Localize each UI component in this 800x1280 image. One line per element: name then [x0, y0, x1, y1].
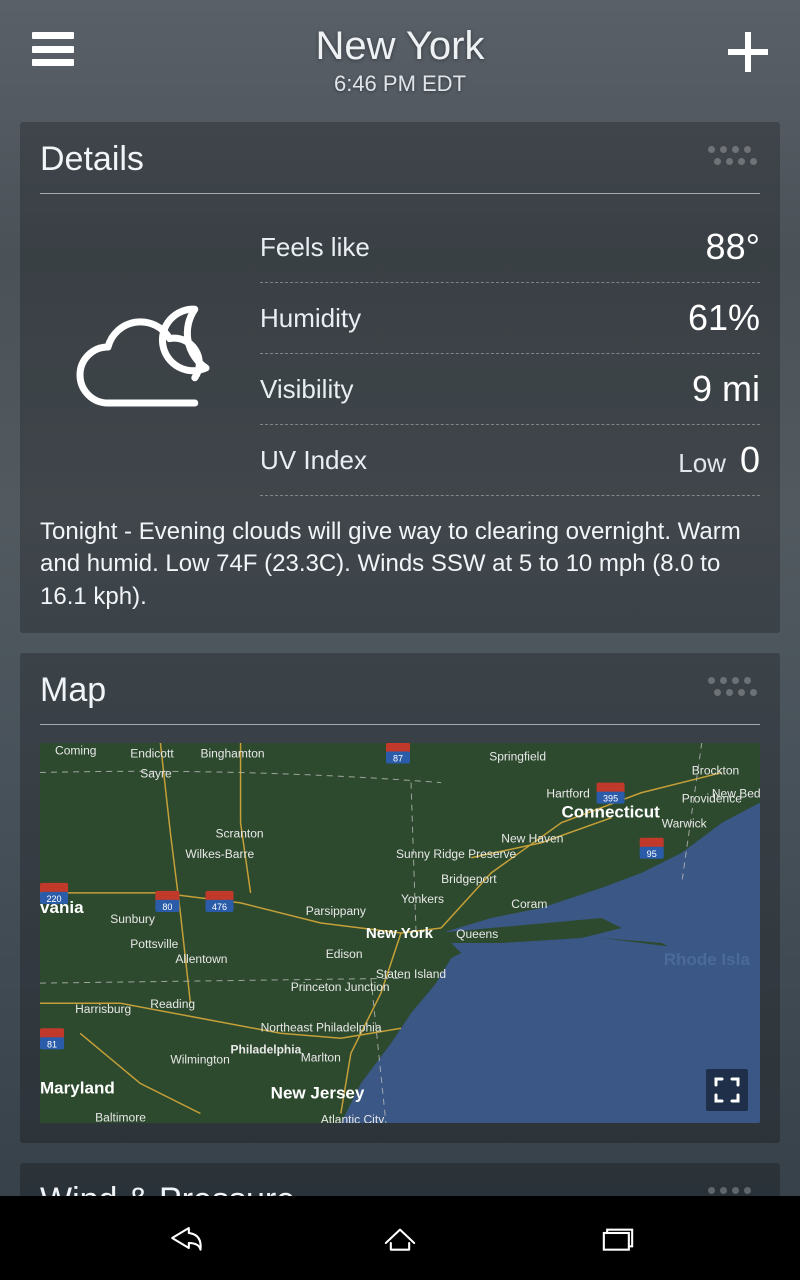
svg-text:Bridgeport: Bridgeport: [441, 872, 497, 886]
svg-text:Endicott: Endicott: [130, 747, 174, 761]
metric-uv-index: UV Index Low 0: [260, 425, 760, 496]
svg-text:Queens: Queens: [456, 927, 498, 941]
svg-text:Pottsville: Pottsville: [130, 937, 178, 951]
svg-text:Connecticut: Connecticut: [561, 803, 660, 822]
svg-text:Princeton Junction: Princeton Junction: [291, 980, 390, 994]
home-button[interactable]: [365, 1214, 435, 1262]
back-button[interactable]: [148, 1214, 218, 1262]
svg-text:476: 476: [212, 902, 227, 912]
map-title: Map: [40, 671, 760, 725]
condition-icon: [40, 212, 260, 496]
details-title: Details: [40, 140, 760, 194]
yahoo-dots-icon: [708, 146, 760, 170]
svg-text:Coram: Coram: [511, 897, 547, 911]
weather-map[interactable]: Connecticut New York Rhode Isla New Jers…: [40, 743, 760, 1123]
svg-text:Springfield: Springfield: [489, 750, 546, 764]
svg-text:Northeast Philadelphia: Northeast Philadelphia: [261, 1020, 382, 1034]
svg-text:Warwick: Warwick: [662, 817, 708, 831]
svg-text:220: 220: [47, 894, 62, 904]
svg-text:Reading: Reading: [150, 997, 195, 1011]
android-nav-bar: [0, 1196, 800, 1280]
metric-visibility: Visibility 9 mi: [260, 354, 760, 425]
menu-button[interactable]: [32, 32, 74, 66]
svg-text:80: 80: [162, 902, 172, 912]
svg-text:New York: New York: [366, 925, 434, 942]
metric-label: UV Index: [260, 445, 367, 476]
svg-text:New Bedford: New Bedford: [712, 787, 760, 801]
svg-text:Allentown: Allentown: [175, 952, 227, 966]
svg-text:Wilkes-Barre: Wilkes-Barre: [185, 847, 254, 861]
svg-text:Edison: Edison: [326, 947, 363, 961]
svg-text:Coming: Coming: [55, 744, 96, 758]
add-location-button[interactable]: [728, 32, 768, 72]
svg-text:Baltimore: Baltimore: [95, 1111, 146, 1123]
top-bar: New York 6:46 PM EDT: [0, 0, 800, 110]
svg-text:Brockton: Brockton: [692, 764, 739, 778]
metric-value: 88°: [706, 226, 760, 268]
svg-text:Marlton: Marlton: [301, 1051, 341, 1065]
metric-label: Feels like: [260, 232, 370, 263]
svg-text:Sayre: Sayre: [140, 767, 172, 781]
metric-humidity: Humidity 61%: [260, 283, 760, 354]
location-header[interactable]: New York 6:46 PM EDT: [316, 24, 485, 97]
svg-text:Sunbury: Sunbury: [110, 912, 155, 926]
svg-text:Maryland: Maryland: [40, 1079, 115, 1098]
svg-text:Yonkers: Yonkers: [401, 892, 444, 906]
local-time: 6:46 PM EDT: [316, 71, 485, 97]
details-card: Details Feels like 88° Humidity 61% Visi…: [20, 122, 780, 633]
svg-text:Rhode Isla: Rhode Isla: [664, 950, 751, 969]
svg-text:Wilmington: Wilmington: [170, 1053, 229, 1067]
svg-text:Hartford: Hartford: [546, 787, 589, 801]
svg-text:Binghamton: Binghamton: [200, 747, 264, 761]
svg-text:87: 87: [393, 754, 403, 764]
metric-value: 0: [740, 439, 760, 481]
svg-text:Philadelphia: Philadelphia: [231, 1043, 302, 1057]
recent-apps-button[interactable]: [583, 1214, 653, 1262]
svg-text:Sunny Ridge Preserve: Sunny Ridge Preserve: [396, 847, 517, 861]
forecast-text: Tonight - Evening clouds will give way t…: [40, 516, 760, 613]
svg-text:95: 95: [647, 849, 657, 859]
uv-text: Low: [678, 448, 726, 479]
svg-text:395: 395: [603, 794, 618, 804]
metric-label: Humidity: [260, 303, 361, 334]
yahoo-dots-icon: [708, 677, 760, 701]
city-name: New York: [316, 24, 485, 69]
metric-value: 9 mi: [692, 368, 760, 410]
metric-value: 61%: [688, 297, 760, 339]
menu-icon: [32, 32, 74, 39]
metric-feels-like: Feels like 88°: [260, 212, 760, 283]
metrics-list: Feels like 88° Humidity 61% Visibility 9…: [260, 212, 760, 496]
map-card: Map: [20, 653, 780, 1143]
svg-text:Staten Island: Staten Island: [376, 967, 446, 981]
svg-text:81: 81: [47, 1039, 57, 1049]
svg-text:Scranton: Scranton: [215, 827, 263, 841]
svg-text:Harrisburg: Harrisburg: [75, 1002, 131, 1016]
svg-text:Parsippany: Parsippany: [306, 904, 366, 918]
svg-text:Atlantic City: Atlantic City: [321, 1113, 384, 1123]
expand-map-button[interactable]: [706, 1069, 748, 1111]
svg-text:New Haven: New Haven: [501, 832, 563, 846]
metric-label: Visibility: [260, 374, 353, 405]
svg-text:New Jersey: New Jersey: [271, 1084, 365, 1103]
